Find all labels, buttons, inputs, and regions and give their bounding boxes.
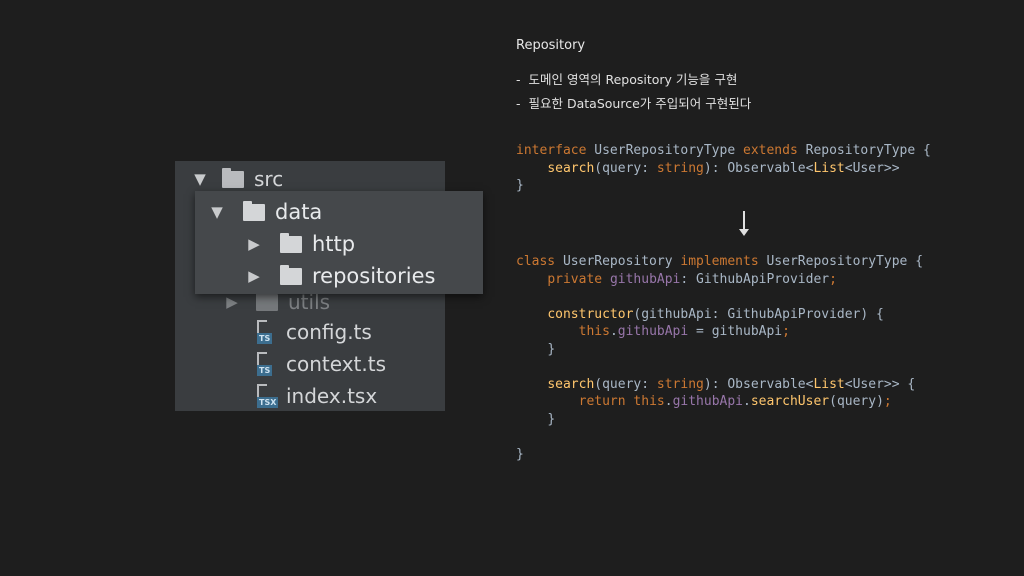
tree-item-config-ts[interactable]: TS config.ts — [254, 316, 372, 348]
tree-item-data[interactable]: ▼ data — [207, 196, 322, 228]
bullet-item: - 필요한 DataSource가 주입되어 구현된다 — [516, 96, 752, 111]
tree-item-http[interactable]: ▶ http — [244, 228, 355, 260]
folder-icon — [256, 290, 278, 311]
tree-item-label: data — [275, 200, 323, 224]
folder-icon — [280, 232, 302, 253]
folder-icon — [222, 167, 244, 188]
tree-item-label: config.ts — [286, 320, 372, 344]
tree-item-label: src — [254, 167, 284, 191]
tree-item-label: index.tsx — [286, 384, 378, 408]
class-code-block: class UserRepository implements UserRepo… — [516, 254, 924, 462]
tree-item-index-tsx[interactable]: TSX index.tsx — [254, 380, 377, 412]
expanded-arrow-icon[interactable]: ▼ — [190, 170, 210, 188]
typescript-file-icon: TS — [254, 352, 276, 376]
tree-item-repositories[interactable]: ▶ repositories — [244, 260, 435, 292]
folder-icon — [280, 264, 302, 285]
expanded-arrow-icon[interactable]: ▼ — [207, 203, 227, 221]
interface-code-block: interface UserRepositoryType extends Rep… — [516, 143, 931, 193]
folder-icon — [243, 200, 265, 221]
down-arrow-icon — [738, 211, 750, 237]
zoomed-tree-callout: ▼ data ▶ http ▶ repositories — [195, 191, 483, 294]
tree-item-label: repositories — [312, 264, 436, 288]
collapsed-arrow-icon[interactable]: ▶ — [244, 267, 264, 285]
collapsed-arrow-icon[interactable]: ▶ — [244, 235, 264, 253]
tree-item-label: http — [312, 232, 356, 256]
tree-item-label: context.ts — [286, 352, 386, 376]
tsx-file-icon: TSX — [254, 384, 279, 408]
collapsed-arrow-icon[interactable]: ▶ — [222, 293, 242, 311]
typescript-file-icon: TS — [254, 320, 276, 344]
section-title: Repository — [516, 38, 586, 53]
bullet-item: - 도메인 영역의 Repository 기능을 구현 — [516, 72, 738, 87]
tree-item-context-ts[interactable]: TS context.ts — [254, 348, 386, 380]
